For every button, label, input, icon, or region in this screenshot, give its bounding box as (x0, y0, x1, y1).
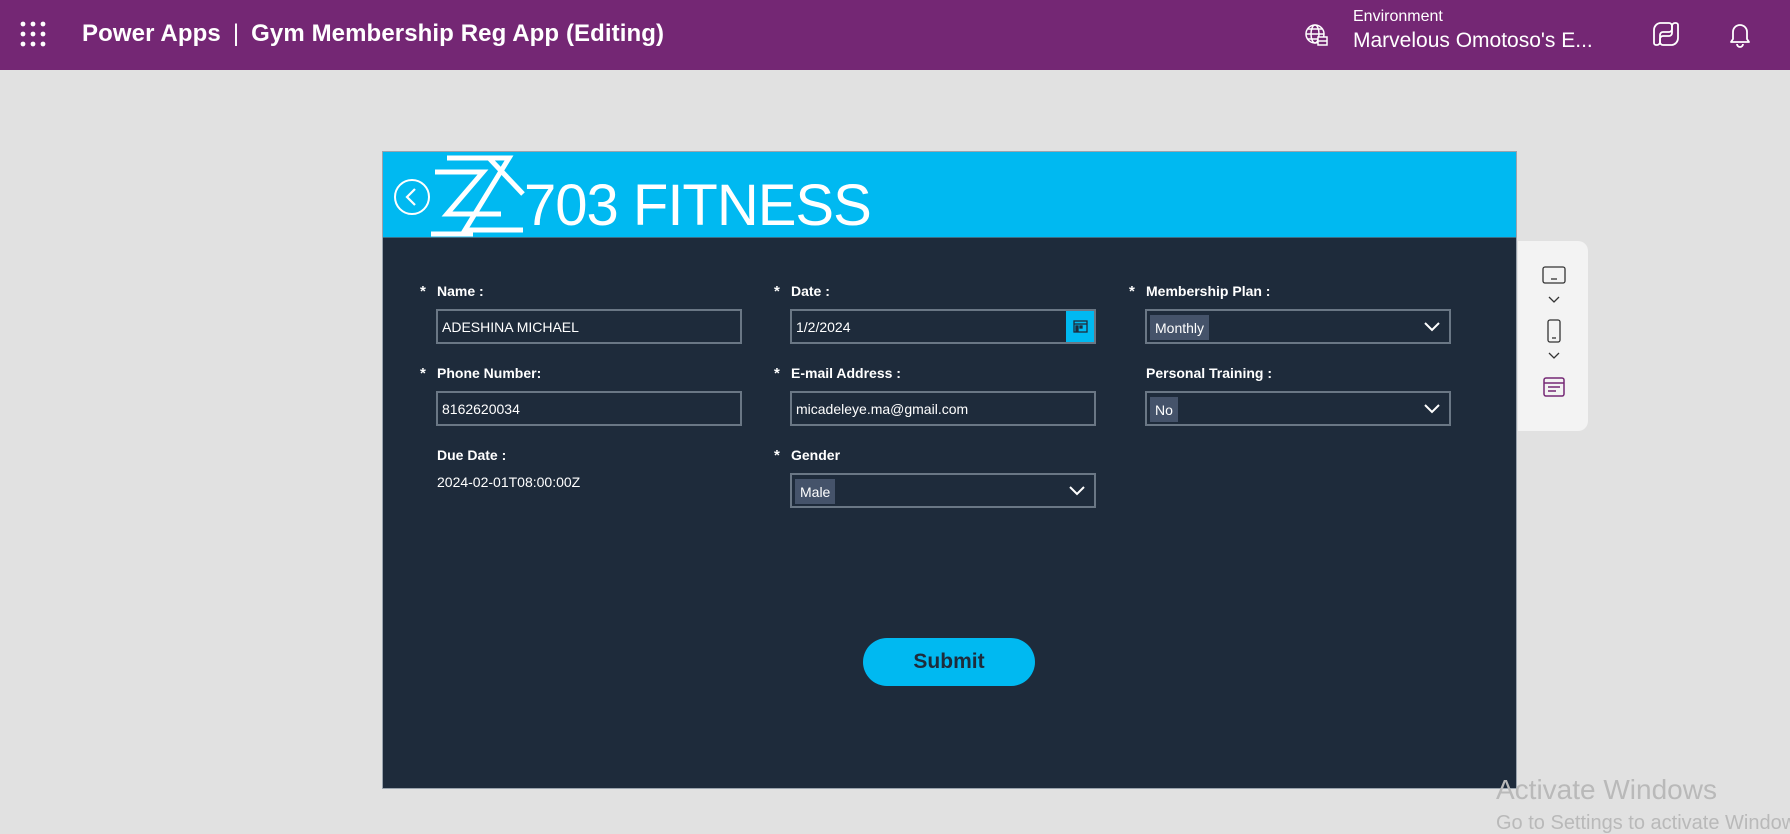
gender-required-mark: * (774, 447, 780, 464)
chevron-down-icon[interactable] (1547, 351, 1561, 361)
gender-label: Gender (791, 447, 841, 463)
email-label: E-mail Address : (791, 365, 901, 381)
plan-selected: Monthly (1150, 315, 1210, 340)
chevron-down-icon (1424, 404, 1440, 414)
phone-label: Phone Number: (437, 365, 542, 381)
activation-watermark-title: Activate Windows (1496, 774, 1717, 805)
calendar-button[interactable] (1066, 311, 1094, 342)
membership-plan-dropdown[interactable]: Monthly (1145, 309, 1451, 344)
canvas-header: 703 FITNESS (383, 152, 1516, 238)
environment-label: Environment (1353, 8, 1443, 25)
app-canvas: 703 FITNESS * Name : ADESHINA MICHAEL * … (382, 151, 1517, 789)
brand-title: 703 FITNESS (524, 173, 872, 238)
back-arrow-icon[interactable] (392, 177, 432, 217)
chevron-down-icon (1069, 486, 1085, 496)
plan-required-mark: * (1129, 283, 1135, 300)
gym-logo-icon (431, 155, 525, 237)
app-launcher-icon[interactable] (20, 21, 46, 47)
training-label: Personal Training : (1146, 365, 1273, 381)
product-name: Power Apps (82, 20, 221, 47)
chevron-down-icon[interactable] (1547, 295, 1561, 305)
phone-required-mark: * (420, 365, 426, 382)
due-date-label: Due Date : (437, 447, 507, 463)
title-separator: | (232, 20, 240, 47)
top-bar: Power Apps | Gym Membership Reg App (Editi… (0, 0, 1790, 70)
activation-watermark-subtitle: Go to Settings to activate Windows. (1496, 812, 1790, 834)
environment-globe-icon (1305, 24, 1328, 46)
tablet-layout-icon[interactable] (1542, 263, 1566, 287)
form-view-icon[interactable] (1542, 375, 1566, 399)
training-selected: No (1150, 397, 1178, 422)
phone-input[interactable]: 8162620034 (436, 391, 742, 426)
environment-name[interactable]: Marvelous Omotoso's E... (1353, 29, 1593, 53)
name-required-mark: * (420, 283, 426, 300)
chevron-down-icon (1424, 322, 1440, 332)
calendar-icon (1073, 320, 1088, 333)
app-title: Power Apps | Gym Membership Reg App (Editi… (82, 20, 664, 48)
app-name: Gym Membership Reg App (Editing) (251, 20, 665, 47)
name-label: Name : (437, 283, 484, 299)
name-input[interactable]: ADESHINA MICHAEL (436, 309, 742, 344)
phone-layout-icon[interactable] (1542, 319, 1566, 343)
submit-button[interactable]: Submit (863, 638, 1035, 686)
date-value: 1/2/2024 (796, 319, 851, 335)
email-input[interactable]: micadeleye.ma@gmail.com (790, 391, 1096, 426)
copilot-icon[interactable] (1651, 19, 1681, 49)
notification-bell-icon[interactable] (1725, 19, 1755, 49)
due-date-value: 2024-02-01T08:00:00Z (437, 474, 581, 490)
plan-label: Membership Plan : (1146, 283, 1271, 299)
personal-training-dropdown[interactable]: No (1145, 391, 1451, 426)
date-picker[interactable]: 1/2/2024 (790, 309, 1096, 344)
layout-tool-panel (1518, 241, 1588, 431)
gender-dropdown[interactable]: Male (790, 473, 1096, 508)
gender-selected: Male (795, 479, 836, 504)
date-required-mark: * (774, 283, 780, 300)
date-label: Date : (791, 283, 830, 299)
email-required-mark: * (774, 365, 780, 382)
